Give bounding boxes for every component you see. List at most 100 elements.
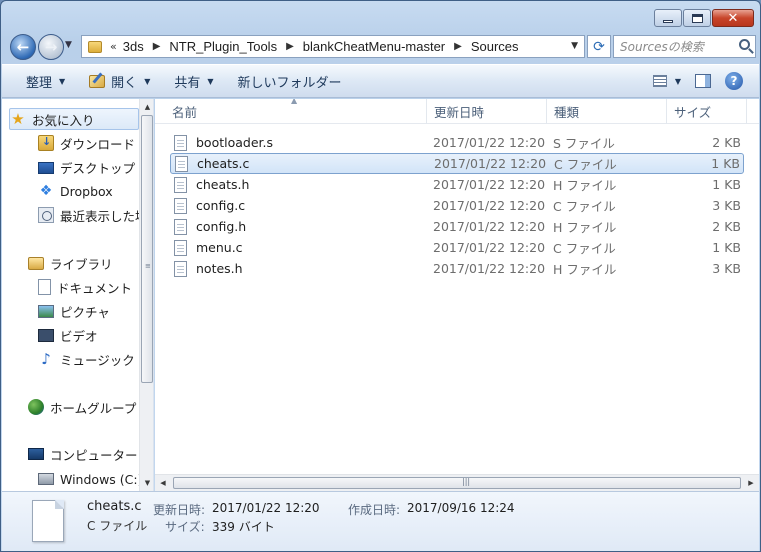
nav-label: ピクチャ xyxy=(60,304,110,320)
forward-button[interactable]: → xyxy=(38,34,64,60)
file-row[interactable]: config.h 2017/01/22 12:20 H ファイル 2 KB xyxy=(170,216,744,237)
close-icon: ✕ xyxy=(727,10,739,26)
file-type: C ファイル xyxy=(553,241,616,256)
column-header-name[interactable]: 名前 xyxy=(155,99,427,124)
maximize-icon xyxy=(691,13,703,23)
file-row-selected[interactable]: cheats.c 2017/01/22 12:20 C ファイル 1 KB xyxy=(170,153,744,174)
nav-item-pictures[interactable]: ピクチャ xyxy=(38,300,110,322)
search-input[interactable] xyxy=(614,36,729,57)
nav-item-computer[interactable]: コンピューター xyxy=(28,443,138,465)
nav-item-homegroup[interactable]: ホームグループ xyxy=(28,396,136,418)
nav-item-downloads[interactable]: ダウンロード xyxy=(38,132,135,154)
nav-label: ホームグループ xyxy=(50,400,137,416)
scroll-down-icon[interactable]: ▼ xyxy=(140,475,153,491)
column-headers: ▲ 名前 更新日時 種類 サイズ xyxy=(155,99,759,124)
share-button[interactable]: 共有 ▼ xyxy=(162,65,225,97)
file-icon xyxy=(174,239,187,256)
breadcrumb-3ds[interactable]: 3ds xyxy=(123,39,144,54)
file-row[interactable]: bootloader.s 2017/01/22 12:20 S ファイル 2 K… xyxy=(170,132,744,153)
open-button[interactable]: 開く ▼ xyxy=(77,65,162,97)
preview-pane-icon[interactable] xyxy=(695,74,711,88)
homegroup-icon xyxy=(28,399,44,415)
file-row[interactable]: menu.c 2017/01/22 12:20 C ファイル 1 KB xyxy=(170,237,744,258)
view-controls: ▼ ? xyxy=(652,72,743,90)
nav-item-documents[interactable]: ドキュメント xyxy=(38,276,132,298)
maximize-button[interactable] xyxy=(683,9,711,27)
column-header-type[interactable]: 種類 xyxy=(547,99,667,124)
navigation-bar: ← → ▼ « 3ds ▶ NTR_Plugin_Tools ▶ blankCh… xyxy=(7,33,756,61)
refresh-button[interactable]: ⟳ xyxy=(587,35,611,58)
file-row[interactable]: config.c 2017/01/22 12:20 C ファイル 3 KB xyxy=(170,195,744,216)
file-icon xyxy=(174,176,187,193)
scroll-left-icon[interactable]: ◀ xyxy=(155,475,171,491)
change-view-icon[interactable] xyxy=(652,75,667,87)
column-header-size[interactable]: サイズ xyxy=(667,99,747,124)
close-button[interactable]: ✕ xyxy=(712,9,754,27)
breadcrumb-sources[interactable]: Sources xyxy=(471,39,519,54)
file-list-horizontal-scrollbar[interactable]: ◀ ||| ▶ xyxy=(155,474,759,491)
breadcrumb-ntr-plugin-tools[interactable]: NTR_Plugin_Tools xyxy=(169,39,277,54)
file-size: 3 KB xyxy=(712,261,741,276)
nav-label: コンピューター xyxy=(50,447,138,463)
chevron-down-icon: ▼ xyxy=(144,76,151,86)
refresh-icon: ⟳ xyxy=(593,38,605,55)
details-created-label: 作成日時: xyxy=(348,503,401,517)
nav-vertical-scrollbar[interactable]: ▲ ≡ ▼ xyxy=(139,99,153,491)
chevron-down-icon[interactable]: ▼ xyxy=(675,77,681,86)
file-type: S ファイル xyxy=(553,136,615,151)
organize-button[interactable]: 整理 ▼ xyxy=(14,65,77,97)
open-label: 開く xyxy=(111,75,138,91)
computer-icon xyxy=(28,448,44,460)
file-type: H ファイル xyxy=(553,262,617,277)
nav-item-music[interactable]: ♪ ミュージック xyxy=(38,348,135,370)
file-date: 2017/01/22 12:20 xyxy=(433,198,546,213)
nav-item-drive-c[interactable]: Windows (C:) xyxy=(38,468,142,490)
file-icon xyxy=(174,134,187,151)
minimize-button[interactable] xyxy=(654,9,682,27)
new-folder-button[interactable]: 新しいフォルダー xyxy=(226,65,354,97)
column-header-date[interactable]: 更新日時 xyxy=(427,99,547,124)
navigation-pane: ★ お気に入り ダウンロード デスクトップ ❖ Dropbox 最近表示した場所… xyxy=(2,99,154,491)
file-date: 2017/01/22 12:20 xyxy=(433,261,546,276)
nav-item-desktop[interactable]: デスクトップ xyxy=(38,156,135,178)
open-with-icon xyxy=(89,74,106,88)
breadcrumb-separator-icon[interactable]: ▶ xyxy=(286,41,294,52)
file-size: 2 KB xyxy=(712,219,741,234)
search-icon[interactable] xyxy=(739,39,750,50)
grip-icon: ≡ xyxy=(145,262,151,270)
breadcrumb-blankcheatmenu-master[interactable]: blankCheatMenu-master xyxy=(303,39,445,54)
breadcrumb-overflow[interactable]: « xyxy=(110,40,117,53)
scrollbar-thumb[interactable]: ≡ xyxy=(141,115,153,383)
nav-item-recent-places[interactable]: 最近表示した場所 xyxy=(38,204,153,226)
help-icon[interactable]: ? xyxy=(725,72,743,90)
details-pane: cheats.c C ファイル 更新日時: 2017/01/22 12:20 作… xyxy=(2,491,759,551)
breadcrumb-separator-icon[interactable]: ▶ xyxy=(454,41,462,52)
breadcrumb-separator-icon[interactable]: ▶ xyxy=(153,41,161,52)
address-dropdown-icon[interactable]: ▼ xyxy=(571,41,578,51)
file-type: C ファイル xyxy=(553,199,616,214)
file-row[interactable]: cheats.h 2017/01/22 12:20 H ファイル 1 KB xyxy=(170,174,744,195)
file-size: 2 KB xyxy=(712,135,741,150)
nav-item-videos[interactable]: ビデオ xyxy=(38,324,98,346)
file-row[interactable]: notes.h 2017/01/22 12:20 H ファイル 3 KB xyxy=(170,258,744,279)
downloads-folder-icon xyxy=(38,135,54,151)
star-icon: ★ xyxy=(11,110,25,128)
arrow-right-icon: → xyxy=(44,37,58,56)
recent-pages-dropdown[interactable]: ▼ xyxy=(65,40,72,50)
nav-label: Windows (C:) xyxy=(60,471,143,487)
file-name: bootloader.s xyxy=(196,135,274,150)
file-type: H ファイル xyxy=(553,220,617,235)
recent-places-icon xyxy=(38,207,54,223)
scrollbar-thumb[interactable]: ||| xyxy=(173,477,741,489)
back-button[interactable]: ← xyxy=(10,34,36,60)
nav-item-libraries[interactable]: ライブラリ xyxy=(28,252,113,274)
nav-label: お気に入り xyxy=(32,112,95,128)
scroll-up-icon[interactable]: ▲ xyxy=(140,99,153,115)
scroll-right-icon[interactable]: ▶ xyxy=(743,475,759,491)
search-box xyxy=(613,35,756,58)
drive-icon xyxy=(38,473,54,485)
nav-item-favorites[interactable]: ★ お気に入り xyxy=(9,108,139,130)
share-label: 共有 xyxy=(174,75,201,91)
address-bar[interactable]: « 3ds ▶ NTR_Plugin_Tools ▶ blankCheatMen… xyxy=(81,35,585,58)
nav-item-dropbox[interactable]: ❖ Dropbox xyxy=(38,180,113,202)
